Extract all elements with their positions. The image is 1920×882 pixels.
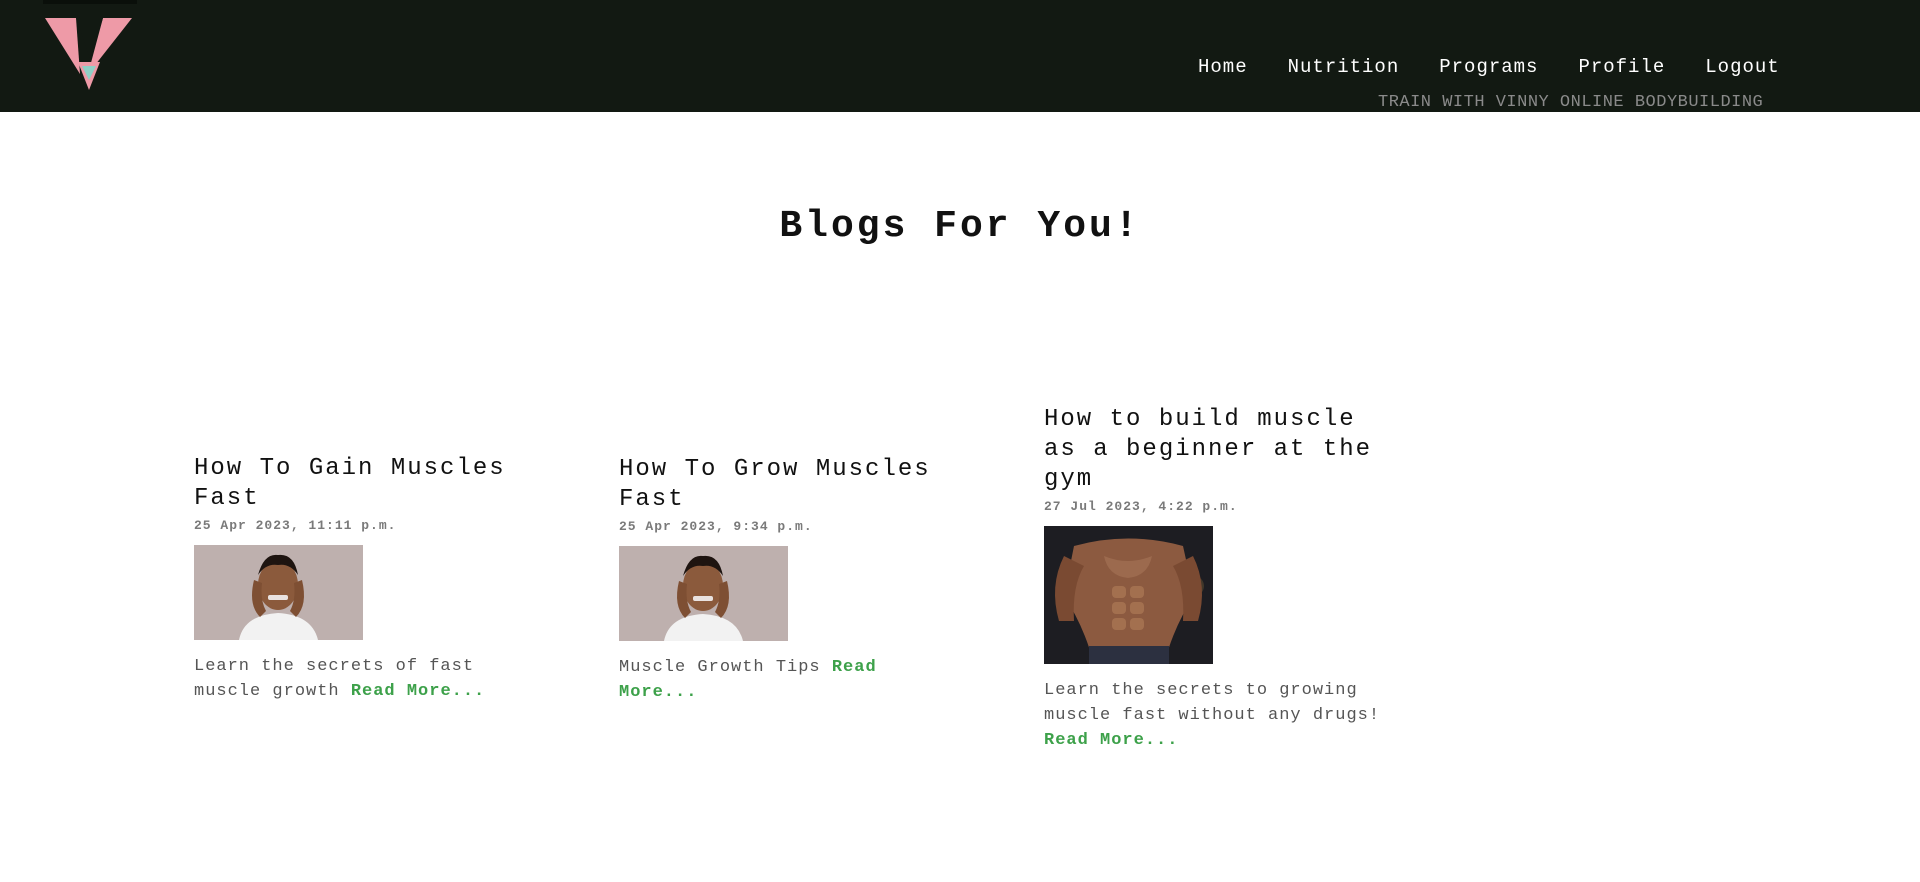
read-more-link[interactable]: Read More... [351, 682, 485, 701]
nav-link-nutrition[interactable]: Nutrition [1288, 56, 1400, 78]
blog-title[interactable]: How To Gain Muscles Fast [194, 454, 534, 514]
blog-date: 25 Apr 2023, 9:34 p.m. [619, 519, 813, 534]
blog-card: How to build muscle as a beginner at the… [1044, 405, 1384, 753]
blog-title[interactable]: How To Grow Muscles Fast [619, 455, 959, 515]
stressed-man-photo[interactable] [619, 546, 788, 641]
site-tagline: TRAIN WITH VINNY ONLINE BODYBUILDING [1378, 93, 1764, 112]
blog-card: How To Gain Muscles Fast 25 Apr 2023, 11… [194, 454, 534, 704]
blog-date: 25 Apr 2023, 11:11 p.m. [194, 518, 397, 533]
blog-card: How To Grow Muscles Fast 25 Apr 2023, 9:… [619, 455, 959, 705]
blog-description: Learn the secrets of fast muscle growth … [194, 657, 486, 701]
read-more-link[interactable]: Read More... [1044, 731, 1178, 750]
logo-triangle-icon[interactable] [40, 0, 140, 94]
page-title: Blogs For You! [779, 205, 1141, 248]
navbar: Home Nutrition Programs Profile Logout T… [0, 0, 1920, 112]
blog-title[interactable]: How to build muscle as a beginner at the… [1044, 405, 1384, 495]
blog-description: Learn the secrets to growing muscle fast… [1044, 681, 1381, 750]
bodybuilder-photo[interactable] [1044, 526, 1213, 664]
nav-link-programs[interactable]: Programs [1439, 56, 1538, 78]
nav-link-profile[interactable]: Profile [1578, 56, 1665, 78]
stressed-man-photo[interactable] [194, 545, 363, 640]
nav-link-home[interactable]: Home [1198, 56, 1248, 78]
nav-link-logout[interactable]: Logout [1705, 56, 1779, 78]
blog-description: Muscle Growth Tips Read More... [619, 658, 877, 702]
blog-date: 27 Jul 2023, 4:22 p.m. [1044, 499, 1238, 514]
nav-links: Home Nutrition Programs Profile Logout [1198, 56, 1820, 78]
